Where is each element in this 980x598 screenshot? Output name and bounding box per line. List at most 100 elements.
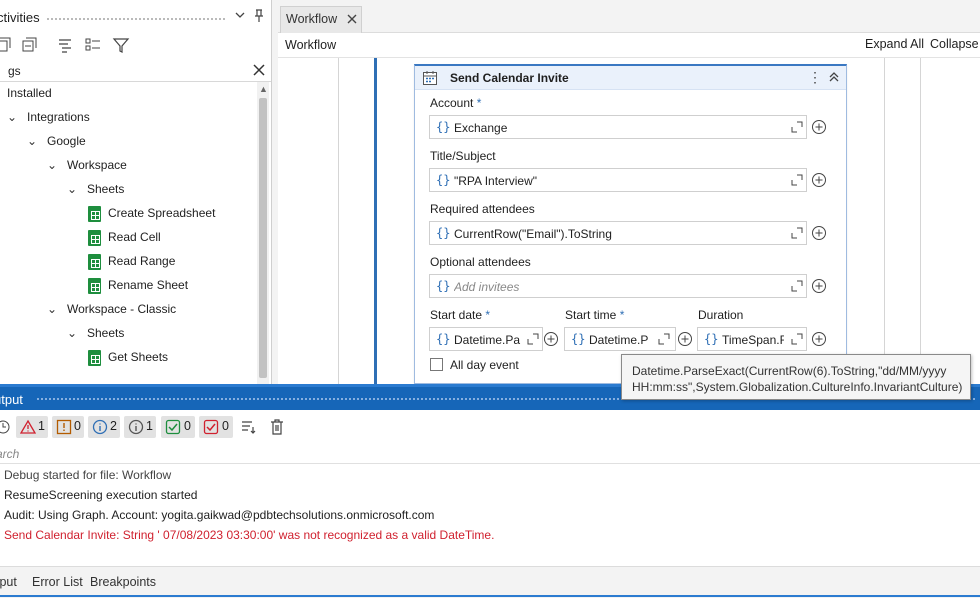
tab-breakpoints[interactable]: Breakpoints	[90, 575, 156, 589]
activities-search[interactable]: gs	[0, 60, 271, 82]
tree-category-item[interactable]: ⌄Installed	[0, 82, 256, 106]
optional-attendees-field[interactable]: {} Add invitees	[429, 274, 807, 298]
collapse-activity-icon[interactable]	[827, 69, 841, 85]
tab-error-list[interactable]: Error List	[32, 575, 83, 589]
tree-item-label: Get Sheets	[108, 350, 169, 364]
errors-filter[interactable]: 1	[16, 416, 48, 438]
tree-category-item[interactable]: ⌄ Integrations	[0, 106, 256, 130]
add-variable-icon[interactable]	[811, 119, 827, 135]
scroll-thumb[interactable]	[259, 98, 267, 378]
tree-activity-item[interactable]: Create Spreadsheet	[0, 202, 256, 226]
drag-grip[interactable]	[46, 17, 226, 21]
expression-tooltip: Datetime.ParseExact(CurrentRow(6).ToStri…	[621, 354, 971, 400]
more-options-icon[interactable]: ⋮	[808, 69, 822, 86]
trace-count: 1	[146, 419, 153, 433]
add-variable-icon[interactable]	[677, 331, 693, 347]
chevron-down-icon[interactable]: ⌄	[46, 159, 58, 171]
collapse-log-icon[interactable]	[240, 418, 258, 436]
errors-count: 1	[38, 419, 45, 433]
tree-activity-item[interactable]: Get Sheets	[0, 346, 256, 370]
trace-filter[interactable]: 1	[124, 416, 156, 438]
duration-field[interactable]: {} TimeSpan.F	[697, 327, 807, 351]
chevron-down-icon[interactable]: ⌄	[66, 183, 78, 195]
start-date-field[interactable]: {} Datetime.Pa	[429, 327, 543, 351]
collapse-all-icon[interactable]	[20, 36, 38, 54]
expand-editor-icon[interactable]	[791, 227, 803, 239]
filter-icon[interactable]	[112, 36, 130, 54]
tab-workflow[interactable]: Workflow	[280, 6, 362, 33]
tree-category-item[interactable]: ⌄ Workspace	[0, 154, 256, 178]
expand-editor-icon[interactable]	[791, 333, 803, 345]
tree-category-item[interactable]: ⌄ Google	[0, 130, 256, 154]
chevron-down-icon[interactable]: ⌄	[66, 327, 78, 339]
add-variable-icon[interactable]	[811, 331, 827, 347]
tree-activity-item[interactable]: Read Cell	[0, 226, 256, 250]
required-attendees-label: Required attendees	[430, 202, 535, 216]
required-attendees-field[interactable]: {} CurrentRow("Email").ToString	[429, 221, 807, 245]
workflow-designer: Workflow Workflow Expand All Collapse A …	[278, 0, 980, 384]
expand-editor-icon[interactable]	[791, 280, 803, 292]
sequence-border	[884, 58, 885, 384]
log-line: Debug started for file: Workflow	[4, 468, 172, 482]
tree-category-item[interactable]: ⌄ Sheets	[0, 322, 256, 346]
expand-editor-icon[interactable]	[791, 121, 803, 133]
expression-braces-icon: {}	[571, 332, 586, 346]
expand-editor-icon[interactable]	[791, 174, 803, 186]
account-field[interactable]: {} Exchange	[429, 115, 807, 139]
clock-icon[interactable]	[0, 418, 12, 436]
tab-workflow-label: Workflow	[286, 12, 338, 26]
tree-activity-item[interactable]: Rename Sheet	[0, 274, 256, 298]
tree-scrollbar[interactable]: ▲	[257, 82, 269, 384]
activities-search-input[interactable]: gs	[8, 64, 21, 78]
tree-item-label: Read Range	[108, 254, 176, 268]
breadcrumb[interactable]: Workflow	[285, 38, 336, 52]
trash-icon[interactable]	[268, 418, 286, 436]
list-view-icon[interactable]	[84, 36, 102, 54]
info-filter[interactable]: 2	[88, 416, 120, 438]
add-variable-icon[interactable]	[811, 172, 827, 188]
start-time-field[interactable]: {} Datetime.P	[564, 327, 676, 351]
activities-toolbar	[0, 34, 271, 56]
all-day-event-label: All day event	[450, 358, 519, 372]
title-subject-label: Title/Subject	[430, 149, 496, 163]
tree-activity-item[interactable]: Read Range	[0, 250, 256, 274]
add-variable-icon[interactable]	[811, 278, 827, 294]
chevron-down-icon[interactable]: ⌄	[6, 111, 18, 123]
clear-search-icon[interactable]	[251, 62, 267, 78]
title-subject-field[interactable]: {} "RPA Interview"	[429, 168, 807, 192]
output-search[interactable]: arch	[0, 444, 980, 464]
tree-category-item[interactable]: ⌄ Sheets	[0, 178, 256, 202]
chevron-down-icon[interactable]	[234, 9, 248, 23]
expand-all-link[interactable]: Expand All	[865, 37, 924, 51]
success-filter[interactable]: 0	[161, 416, 195, 438]
scroll-up-icon[interactable]: ▲	[259, 84, 268, 94]
failed-filter[interactable]: 0	[199, 416, 233, 438]
tree-category-item[interactable]: ⌄ Workspace - Classic	[0, 298, 256, 322]
designer-canvas[interactable]: Send Calendar Invite ⋮ Account * {} Exch…	[278, 58, 980, 384]
chevron-down-icon[interactable]: ⌄	[26, 135, 38, 147]
start-date-value: Datetime.Pa	[454, 333, 521, 347]
required-attendees-value: CurrentRow("Email").ToString	[454, 227, 612, 241]
send-calendar-invite-activity[interactable]: Send Calendar Invite ⋮ Account * {} Exch…	[414, 64, 847, 384]
all-day-event-checkbox[interactable]	[430, 358, 443, 371]
warnings-filter[interactable]: 0	[52, 416, 84, 438]
expression-braces-icon: {}	[436, 279, 451, 293]
duration-value: TimeSpan.F	[722, 333, 784, 347]
info-icon	[92, 419, 108, 435]
activity-header[interactable]: Send Calendar Invite ⋮	[415, 66, 846, 90]
start-time-label: Start time *	[565, 308, 625, 322]
expression-braces-icon: {}	[436, 226, 451, 240]
expand-all-icon[interactable]	[0, 36, 12, 54]
chevron-down-icon[interactable]: ⌄	[46, 303, 58, 315]
tab-output[interactable]: tput	[0, 575, 17, 589]
close-icon[interactable]	[345, 12, 359, 26]
expand-editor-icon[interactable]	[527, 333, 539, 345]
activities-tree: ⌄Installed⌄Integrations⌄Google⌄Workspace…	[0, 82, 256, 384]
activities-title: ctivities	[0, 10, 40, 25]
add-variable-icon[interactable]	[811, 225, 827, 241]
pin-icon[interactable]	[253, 9, 267, 23]
sort-icon[interactable]	[57, 36, 75, 54]
collapse-all-link[interactable]: Collapse A	[930, 37, 980, 51]
add-variable-icon[interactable]	[543, 331, 559, 347]
expand-editor-icon[interactable]	[658, 333, 670, 345]
